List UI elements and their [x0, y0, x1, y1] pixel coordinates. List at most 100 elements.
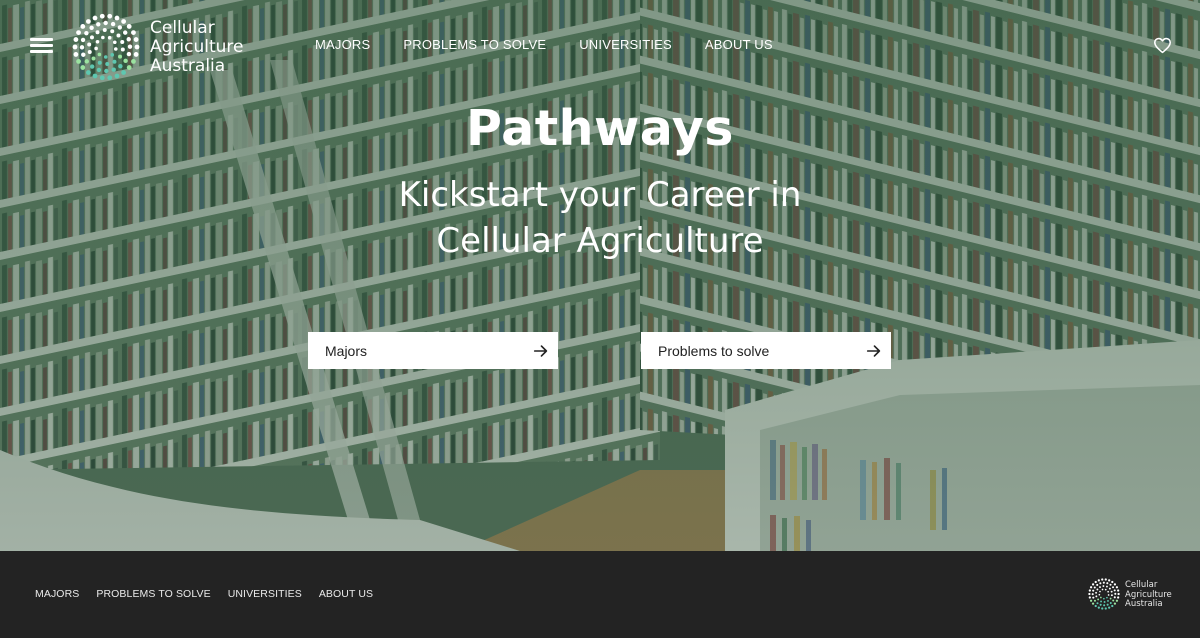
- logo-dot: [1103, 604, 1106, 607]
- logo-dot: [1089, 586, 1093, 589]
- nav-link-problems-to-solve[interactable]: PROBLEMS TO SOLVE: [403, 37, 546, 52]
- logo-dot: [114, 47, 118, 51]
- footer-logo-text: Cellular Agriculture Australia: [1125, 580, 1172, 610]
- logo-dot: [1093, 599, 1096, 602]
- logo-dot: [1106, 603, 1109, 606]
- logo-dot: [1107, 599, 1109, 602]
- logo-dot: [126, 65, 132, 70]
- arrow-right-icon: [533, 344, 548, 357]
- logo-dot: [1091, 602, 1095, 605]
- hamburger-menu-icon[interactable]: [30, 35, 54, 55]
- logo-dot: [123, 58, 128, 64]
- logo-dots-icon: [72, 13, 140, 81]
- logo-line: Agriculture: [150, 37, 244, 57]
- logo-dot: [121, 70, 127, 75]
- nav-link-about-us[interactable]: ABOUT US: [705, 37, 773, 52]
- logo-dot: [91, 56, 96, 61]
- heart-icon[interactable]: [1153, 37, 1172, 54]
- logo-dot: [1117, 596, 1120, 599]
- logo-dot: [80, 65, 86, 70]
- problems-to-solve-button[interactable]: Problems to solve: [641, 332, 891, 369]
- logo-dot: [1102, 581, 1105, 584]
- logo-dot: [89, 64, 95, 69]
- logo-dot: [94, 46, 98, 51]
- logo-dot: [1109, 597, 1112, 600]
- logo-dot: [1108, 587, 1111, 590]
- logo-dot: [85, 70, 91, 75]
- logo-dot: [1110, 594, 1113, 597]
- logo-dot: [1092, 596, 1095, 599]
- logo-dot: [131, 59, 136, 64]
- footer-logo-line: Australia: [1125, 599, 1163, 609]
- logo-dot: [96, 67, 102, 73]
- logo-dot: [81, 52, 86, 57]
- logo-dot: [89, 25, 94, 30]
- logo-dot: [1102, 585, 1105, 587]
- logo-dot: [1094, 604, 1097, 608]
- logo-dot: [120, 40, 125, 45]
- logo-dot: [127, 44, 133, 49]
- logo-dot: [105, 61, 110, 66]
- hero-section: Cellular Agriculture Australia MAJORS PR…: [0, 0, 1200, 551]
- logo-dot: [103, 55, 108, 59]
- logo-dot: [1088, 589, 1091, 592]
- nav-link-majors[interactable]: MAJORS: [315, 37, 370, 52]
- logo-dot: [110, 53, 115, 57]
- logo-dot: [84, 59, 89, 64]
- logo-dot: [116, 33, 121, 38]
- logo-dot: [1100, 596, 1102, 599]
- logo-dot: [1099, 582, 1102, 585]
- footer-link-about-us[interactable]: ABOUT US: [319, 588, 373, 600]
- logo-dot: [112, 40, 117, 45]
- logo-dot: [76, 30, 81, 35]
- logo-dot: [1103, 597, 1105, 600]
- logo-dot: [126, 51, 132, 57]
- majors-button[interactable]: Majors: [308, 332, 558, 369]
- footer-link-problems-to-solve[interactable]: PROBLEMS TO SOLVE: [96, 588, 210, 600]
- logo-dot: [1109, 602, 1112, 605]
- logo-dot: [1088, 596, 1091, 599]
- logo-dot: [1104, 578, 1107, 581]
- logo-dot: [1114, 592, 1117, 595]
- logo-dot: [80, 37, 86, 43]
- logo-dot: [1115, 599, 1119, 602]
- logo-dot: [1100, 600, 1103, 603]
- logo-dot: [87, 42, 92, 47]
- logo-dot: [126, 37, 131, 42]
- logo-dot: [123, 30, 128, 35]
- logo-dot: [1093, 586, 1096, 589]
- logo-dot: [1095, 595, 1098, 598]
- logo-dot: [133, 37, 139, 42]
- logo-dot: [1088, 592, 1091, 596]
- logo-dot: [1103, 601, 1106, 603]
- logo-dot: [1106, 596, 1108, 599]
- logo-dot: [1099, 590, 1101, 593]
- logo-dot: [1112, 586, 1115, 589]
- logo-dot: [1091, 583, 1095, 586]
- logo-dot: [95, 30, 100, 35]
- logo-dot: [92, 15, 98, 21]
- hero-subtitle-line: Cellular Agriculture: [436, 221, 764, 261]
- logo-dot: [1101, 578, 1104, 581]
- logo-dot: [121, 19, 127, 24]
- logo-dot: [89, 35, 94, 40]
- logo-dot: [1117, 592, 1120, 596]
- logo-dot: [79, 45, 85, 50]
- problems-button-label: Problems to solve: [658, 342, 770, 359]
- logo-dot: [1097, 598, 1100, 601]
- logo-dot: [1113, 589, 1116, 592]
- site-footer: MAJORS PROBLEMS TO SOLVE UNIVERSITIES AB…: [0, 551, 1200, 638]
- footer-link-universities[interactable]: UNIVERSITIES: [228, 588, 302, 600]
- logo-dot: [1101, 607, 1104, 610]
- site-logo[interactable]: Cellular Agriculture Australia: [72, 11, 272, 83]
- logo-dot: [87, 49, 92, 54]
- logo-dot: [107, 75, 113, 81]
- logo-dot: [1089, 599, 1093, 602]
- logo-dot: [85, 19, 91, 24]
- footer-logo[interactable]: Cellular Agriculture Australia: [1088, 577, 1188, 613]
- logo-dot: [96, 22, 101, 27]
- logo-dot: [1097, 606, 1100, 609]
- nav-link-universities[interactable]: UNIVERSITIES: [579, 37, 672, 52]
- logo-dot: [1096, 588, 1099, 591]
- footer-link-majors[interactable]: MAJORS: [35, 588, 79, 600]
